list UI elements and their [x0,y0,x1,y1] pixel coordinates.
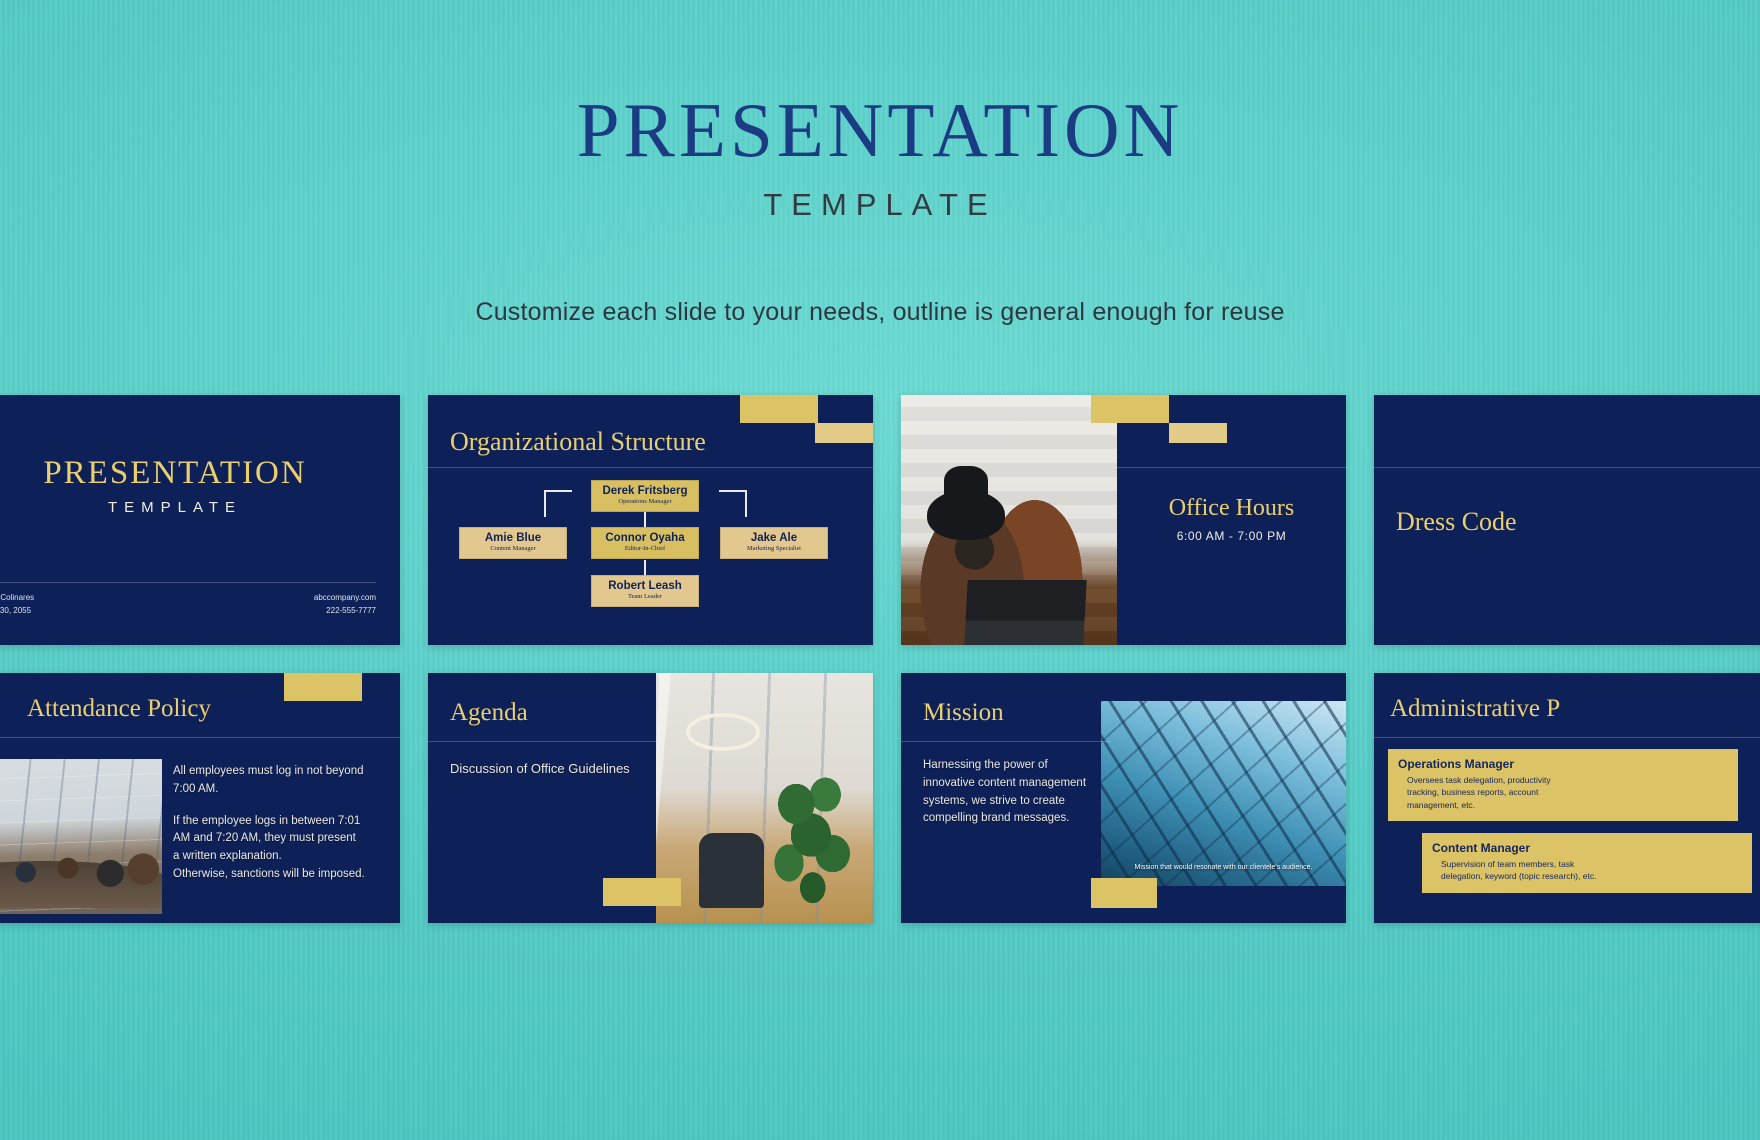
hat-shape [926,466,1005,540]
attendance-paragraph-4: a written explanation. [173,850,282,863]
office-hours-text-block: Office Hours 6:00 AM - 7:00 PM [1117,495,1346,543]
hero-tagline: Customize each slide to your needs, outl… [475,298,1285,326]
mission-body: Harnessing the power of innovative conte… [923,759,1087,825]
org-node-marketing-specialist[interactable]: Jake Ale Marketing Specialist [720,527,828,560]
mission-divider [901,741,1111,742]
gold-accent-block [1091,878,1157,908]
org-node-name: Amie Blue [484,532,542,544]
org-node-name: Jake Ale [750,532,798,544]
dress-code-title: Dress Code [1396,507,1517,536]
slide-dress-code[interactable]: Dress Code [1374,395,1760,645]
dress-code-divider-top [1374,467,1760,468]
cover-contact-block: abccompany.com 222-555-7777 [314,591,376,617]
org-node-name: Robert Leash [608,580,682,592]
org-connector-vertical [644,512,646,527]
org-node-role: Editor-In-Chief [624,545,666,553]
slide-mission[interactable]: Mission that would resonate with our cli… [901,673,1346,923]
org-chart: Derek Fritsberg Operations Manager Amie … [428,395,873,645]
page-title: PRESENTATION [576,87,1184,173]
attendance-paragraph-3: AM and 7:20 AM, they must present [173,832,356,845]
hero-divider [735,265,1025,266]
attendance-photo [0,759,162,914]
admin-card-heading: Operations Manager [1398,757,1515,771]
org-node-team-leader[interactable]: Robert Leash Team Leader [591,575,699,608]
page-subtitle: TEMPLATE [763,187,997,222]
gold-accent-block-secondary [1169,423,1227,443]
attendance-title: Attendance Policy [27,695,211,722]
org-connector-vertical [644,560,646,575]
org-node-role: Marketing Specialist [747,545,801,553]
hero-section: PRESENTATION TEMPLATE Customize each sli… [0,0,1760,395]
attendance-paragraph-2: If the employee logs in between 7:01 [173,814,361,827]
mission-title: Mission [923,699,1004,726]
slide-cover[interactable]: PRESENTATION TEMPLATE Prepared by: Naomi… [0,395,400,645]
ceiling-light-shape [686,713,761,751]
agenda-item: Discussion of Office Guidelines [450,761,630,776]
cover-prepared-by: Prepared by: Naomi Colinares [0,593,35,602]
laptop-shape [964,580,1087,645]
slide-grid: PRESENTATION TEMPLATE Prepared by: Naomi… [0,395,1760,923]
org-node-content-manager[interactable]: Amie Blue Content Manager [459,527,567,560]
cover-phone: 222-555-7777 [326,606,376,616]
cover-prepared-block: Prepared by: Naomi Colinares Date Prepar… [0,591,34,617]
chair-shape [699,833,765,908]
agenda-photo [656,673,873,923]
org-node-role: Content Manager [490,545,536,553]
gold-accent-block [284,673,362,701]
agenda-title: Agenda [450,699,528,726]
administrative-divider [1374,737,1760,738]
attendance-paragraph-1: All employees must log in not beyond 7:0… [173,765,364,795]
attendance-paragraph-5: Otherwise, sanctions will be imposed. [173,868,365,881]
office-hours-photo [901,395,1117,645]
attendance-body: All employees must log in not beyond 7:0… [173,763,386,884]
attendance-divider [0,737,400,738]
agenda-divider [428,741,656,742]
admin-card-body: Oversees task delegation, productivity t… [1407,775,1551,810]
mission-photo-caption: Mission that would resonate with our cli… [1134,863,1313,871]
office-hours-divider [1117,467,1346,468]
slide-organizational-structure[interactable]: Organizational Structure Derek Fritsberg… [428,395,873,645]
admin-card-body: Supervision of team members, task delega… [1441,859,1597,882]
office-hours-title: Office Hours [1168,495,1295,521]
slide-agenda[interactable]: Agenda Discussion of Office Guidelines [428,673,873,923]
org-node-role: Team Leader [627,593,662,601]
org-connector-left-horizontal [544,490,572,492]
admin-card-operations-manager[interactable]: Operations Manager Oversees task delegat… [1388,749,1738,821]
office-hours-value: 6:00 AM - 7:00 PM [1176,529,1287,543]
org-connector-right-vertical [745,490,747,517]
admin-card-heading: Content Manager [1432,841,1531,855]
people-shape [0,836,162,890]
slide-administrative-policies[interactable]: Administrative P Operations Manager Over… [1374,673,1760,923]
gold-accent-block [603,878,681,906]
cover-title: PRESENTATION [43,455,307,491]
org-connector-left-vertical [544,490,546,517]
administrative-title: Administrative P [1390,695,1561,722]
mission-photo: Mission that would resonate with our cli… [1101,701,1346,886]
org-node-role: Operations Manager [618,498,672,506]
org-node-editor-in-chief[interactable]: Connor Oyaha Editor-In-Chief [591,527,699,560]
admin-card-content-manager[interactable]: Content Manager Supervision of team memb… [1422,833,1752,893]
gold-accent-block [1091,395,1169,423]
org-connector-right-horizontal [719,490,747,492]
slide-office-hours[interactable]: Office Hours 6:00 AM - 7:00 PM [901,395,1346,645]
cover-subtitle: TEMPLATE [107,499,243,516]
org-node-operations-manager[interactable]: Derek Fritsberg Operations Manager [591,480,699,513]
cover-website: abccompany.com [313,593,376,602]
cover-divider [0,582,376,583]
slide-attendance-policy[interactable]: Attendance Policy All employees must log… [0,673,400,923]
org-node-name: Connor Oyaha [605,532,685,544]
plant-shape [768,773,860,923]
cover-date-prepared: Date Prepared: July 30, 2055 [0,606,32,616]
org-node-name: Derek Fritsberg [602,485,688,497]
